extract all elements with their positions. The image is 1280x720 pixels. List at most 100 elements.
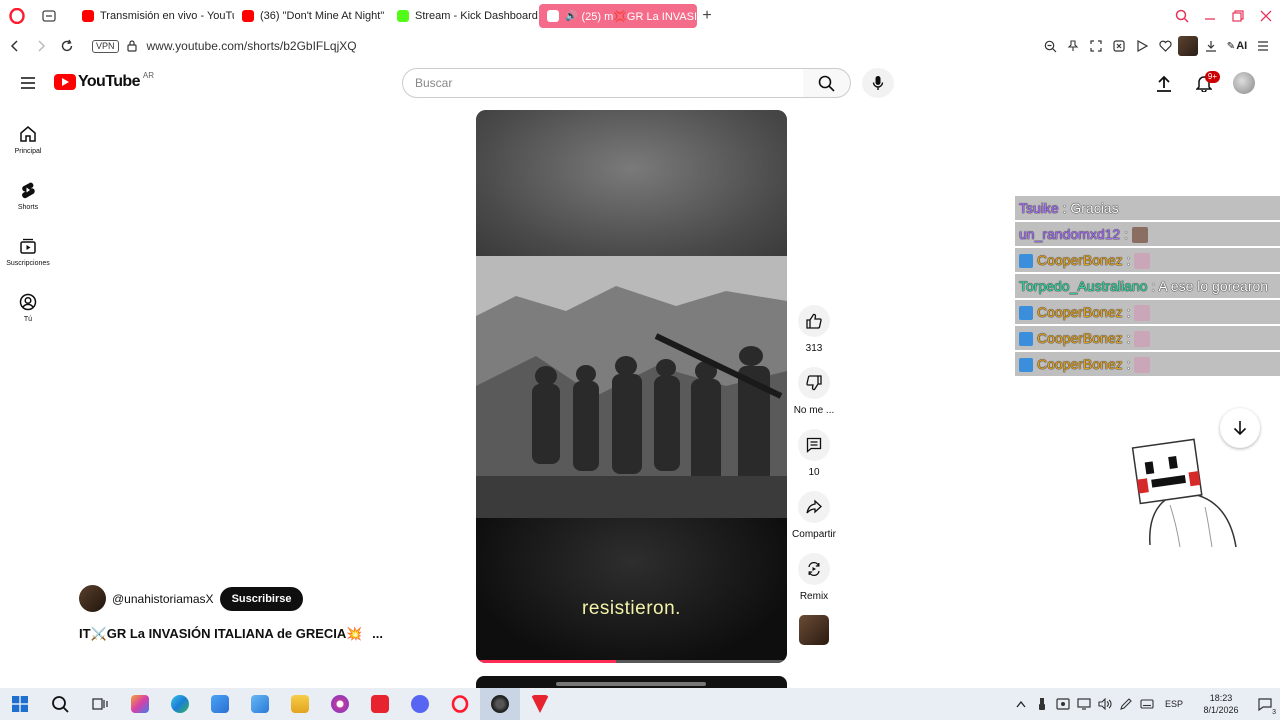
adblock-icon[interactable] (1108, 35, 1130, 57)
store-icon[interactable] (200, 688, 240, 720)
browser-tab[interactable]: Stream - Kick Dashboard (389, 4, 539, 28)
nav-label: Shorts (17, 204, 39, 211)
picsart-icon[interactable] (320, 688, 360, 720)
window-controls (1168, 0, 1280, 32)
video-blurred-top (476, 110, 787, 256)
profile-picture[interactable] (1177, 35, 1199, 57)
notifications-badge: 9+ (1204, 71, 1220, 83)
tab-title: Transmisión en vivo - YouTube (100, 10, 234, 22)
zoom-icon[interactable] (1039, 35, 1061, 57)
channel-name[interactable]: @unahistoriamasX (112, 592, 214, 606)
minimize-icon[interactable] (1198, 4, 1222, 28)
opera-menu-icon[interactable] (2, 0, 32, 32)
tab-overview-icon[interactable] (36, 0, 62, 32)
search-button[interactable] (803, 68, 851, 98)
address-bar: VPN www.youtube.com/shorts/b2GbIFLqjXQ ✎… (0, 32, 1280, 60)
restore-icon[interactable] (1226, 4, 1250, 28)
menu-icon[interactable] (1252, 35, 1274, 57)
like-icon (806, 313, 822, 329)
notification-center-icon[interactable]: 3 (1250, 688, 1280, 720)
taskbar-search-icon[interactable] (40, 688, 80, 720)
video-progress-bar[interactable] (476, 660, 787, 663)
share-button[interactable]: Compartir (787, 491, 841, 543)
volume-icon[interactable] (1095, 688, 1115, 720)
address-bar-tools: ✎ AI (1038, 32, 1274, 60)
screen-capture-icon[interactable] (1053, 688, 1073, 720)
nav-item-shorts[interactable]: Shorts (0, 168, 56, 224)
opera-taskbar-icon[interactable] (440, 688, 480, 720)
discord-icon[interactable] (400, 688, 440, 720)
close-icon[interactable] (1254, 4, 1278, 28)
shorts-icon (22, 182, 35, 199)
nav-item-subscriptions[interactable]: Suscripciones (0, 224, 56, 280)
input-language[interactable]: ESP (1165, 699, 1183, 709)
home-icon (20, 126, 36, 142)
task-view-icon[interactable] (80, 688, 120, 720)
upload-button[interactable] (1148, 68, 1180, 98)
reload-icon[interactable] (56, 35, 78, 57)
soldiers-photo (476, 256, 787, 518)
vivaldi-icon[interactable] (520, 688, 560, 720)
short-title[interactable]: IT⚔️GR La INVASIÓN ITALIANA de GRECIA💥 .… (79, 626, 383, 642)
short-title-text: IT⚔️GR La INVASIÓN ITALIANA de GRECIA💥 (79, 626, 363, 641)
nav-label: Principal (14, 148, 42, 155)
forward-icon[interactable] (30, 35, 52, 57)
account-button[interactable] (1228, 68, 1260, 98)
chat-message: CooperBonez : (1015, 248, 1280, 272)
nav-item-you[interactable]: Tú (0, 280, 56, 336)
remix-button[interactable]: Remix (787, 553, 841, 605)
kick-favicon-icon (397, 10, 409, 22)
channel-avatar[interactable] (79, 585, 106, 612)
dislike-button[interactable]: No me ... (787, 367, 841, 419)
heart-icon[interactable] (1154, 35, 1176, 57)
usb-icon[interactable] (1032, 688, 1052, 720)
lock-icon[interactable] (126, 40, 137, 52)
search-tabs-icon[interactable] (1170, 4, 1194, 28)
hamburger-menu-icon[interactable] (16, 71, 40, 95)
network-icon[interactable] (1074, 688, 1094, 720)
nav-item-home[interactable]: Principal (0, 112, 56, 168)
vpn-badge[interactable]: VPN (92, 39, 119, 53)
keyboard-icon[interactable] (1137, 688, 1157, 720)
file-explorer-icon[interactable] (280, 688, 320, 720)
next-short-preview[interactable] (476, 676, 787, 688)
browser-tab[interactable]: (36) "Don't Mine At Night" (234, 4, 389, 28)
copilot-icon[interactable] (120, 688, 160, 720)
notifications-button[interactable]: 9+ (1188, 68, 1220, 98)
remix-label: Remix (799, 591, 829, 602)
player-icon[interactable] (1131, 35, 1153, 57)
browser-tab[interactable]: Transmisión en vivo - YouTube (74, 4, 234, 28)
speaker-icon[interactable]: 🔊 (565, 11, 577, 22)
download-icon[interactable] (1200, 35, 1222, 57)
obs-icon[interactable] (480, 688, 520, 720)
comments-button[interactable]: 10 (787, 429, 841, 481)
edge-icon[interactable] (160, 688, 200, 720)
search-input[interactable]: Buscar (402, 68, 804, 98)
upload-icon (1157, 75, 1171, 92)
chevron-up-icon[interactable] (1011, 688, 1031, 720)
youtube-logo[interactable]: YouTube AR (54, 71, 154, 91)
new-tab-button[interactable]: + (697, 6, 717, 26)
pin-icon[interactable] (1062, 35, 1084, 57)
url-field[interactable]: www.youtube.com/shorts/b2GbIFLqjXQ (147, 39, 357, 53)
chat-username: CooperBonez (1037, 252, 1123, 268)
subscribe-button[interactable]: Suscribirse (219, 586, 304, 611)
windows-start-icon[interactable] (0, 688, 40, 720)
system-clock[interactable]: 18:23 8/1/2026 (1193, 692, 1249, 716)
chat-separator: : (1058, 200, 1071, 216)
photos-icon[interactable] (240, 688, 280, 720)
remix-icon (808, 561, 820, 577)
sound-thumbnail[interactable] (799, 615, 829, 645)
pen-icon[interactable] (1116, 688, 1136, 720)
back-icon[interactable] (4, 35, 26, 57)
voice-search-button[interactable] (862, 68, 894, 98)
wps-office-icon[interactable] (360, 688, 400, 720)
snapshot-icon[interactable] (1085, 35, 1107, 57)
emote-icon (1134, 253, 1151, 270)
browser-tab-active[interactable]: 🔊 (25) m💢GR La INVASIÓN (539, 4, 697, 28)
aria-ai-button[interactable]: ✎ AI (1223, 35, 1251, 57)
short-video-player[interactable]: resistieron. (476, 110, 787, 663)
title-more[interactable]: ... (372, 626, 383, 641)
chat-separator: : (1120, 226, 1132, 242)
like-button[interactable]: 313 (787, 305, 841, 357)
